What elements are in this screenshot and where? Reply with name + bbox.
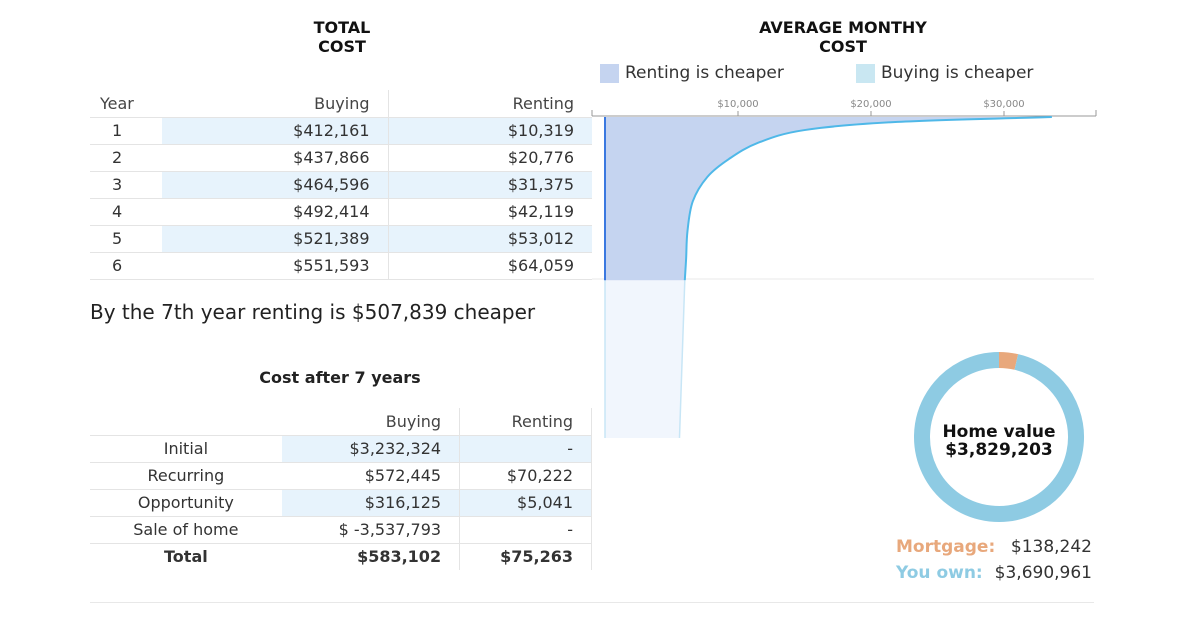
table-row: Opportunity $316,125 $5,041: [90, 488, 592, 516]
table-row: Initial $3,232,324 -: [90, 434, 592, 462]
cost-label-cell: Initial: [90, 434, 282, 462]
renting-cell: $70,222: [459, 461, 592, 489]
mortgage-legend: Mortgage: $138,242: [896, 537, 1092, 559]
year-cell: 6: [90, 251, 162, 280]
renting-cell: $5,041: [459, 488, 592, 516]
you-own-value: $3,690,961: [994, 563, 1092, 583]
renting-cell: $75,263: [459, 542, 592, 570]
cost-label-cell: Total: [90, 542, 282, 570]
year-cell: 5: [90, 224, 162, 252]
table-row: 4 $492,414 $42,119: [90, 197, 592, 225]
cost-label-cell: Sale of home: [90, 515, 282, 543]
table-row: 2 $437,866 $20,776: [90, 143, 592, 171]
renting-cell: $20,776: [388, 143, 592, 171]
buying-column-header: Buying: [162, 90, 389, 117]
renting-cell: $53,012: [388, 224, 592, 252]
cost-label-cell: Opportunity: [90, 488, 282, 516]
bottom-divider: [90, 602, 1094, 603]
summary-text: By the 7th year renting is $507,839 chea…: [90, 300, 536, 324]
table-row: 5 $521,389 $53,012: [90, 224, 592, 252]
year-table-header: Year Buying Renting: [90, 90, 592, 117]
year-cost-table: Year Buying Renting 1 $412,161 $10,319 2…: [90, 90, 592, 280]
buying-cell: $437,866: [162, 143, 389, 171]
year-column-header: Year: [100, 93, 134, 113]
table-row: 1 $412,161 $10,319: [90, 116, 592, 144]
cost-table-title: Cost after 7 years: [259, 368, 421, 387]
buying-cell: $ -3,537,793: [281, 515, 461, 543]
mortgage-slice: [998, 352, 1019, 370]
year-cell: 2: [90, 143, 162, 171]
renting-cell: $10,319: [388, 116, 592, 144]
buying-cell: $492,414: [162, 197, 389, 225]
home-value-amount: $3,829,203: [945, 440, 1053, 460]
cost-label-cell: Recurring: [90, 461, 282, 489]
renting-strip-area: [605, 280, 685, 438]
renting-cell: -: [459, 434, 592, 462]
cost-table-header: Buying Renting: [90, 408, 592, 435]
table-row: 6 $551,593 $64,059: [90, 251, 592, 280]
renting-cheaper-area: [605, 117, 1052, 281]
label-column-header: [90, 408, 282, 435]
renting-cell: -: [459, 515, 592, 543]
buying-cell: $464,596: [162, 170, 389, 198]
mortgage-label: Mortgage:: [896, 537, 996, 557]
renting-cell: $31,375: [388, 170, 592, 198]
mortgage-value: $138,242: [1010, 537, 1092, 557]
you-own-label: You own:: [896, 563, 983, 583]
table-row-total: Total $583,102 $75,263: [90, 542, 592, 570]
buying-cell: $412,161: [162, 116, 389, 144]
renting-cell: $64,059: [388, 251, 592, 280]
buying-cell: $551,593: [162, 251, 389, 280]
table-row: 3 $464,596 $31,375: [90, 170, 592, 198]
x-tick-label: $10,000: [717, 99, 758, 110]
renting-column-header: Renting: [512, 93, 574, 113]
buying-cell: $3,232,324: [281, 434, 461, 462]
buying-cell: $521,389: [162, 224, 389, 252]
buying-cell: $572,445: [281, 461, 461, 489]
table-row: Sale of home $ -3,537,793 -: [90, 515, 592, 543]
buying-cell: $583,102: [281, 542, 461, 570]
table-row: Recurring $572,445 $70,222: [90, 461, 592, 489]
x-tick-label: $30,000: [983, 99, 1024, 110]
cost-after-years-table: Buying Renting Initial $3,232,324 - Recu…: [90, 408, 592, 570]
home-value-label: Home value: [942, 422, 1056, 442]
you-own-legend: You own: $3,690,961: [896, 563, 1092, 585]
x-tick-label: $20,000: [850, 99, 891, 110]
renting-column-header: Renting: [459, 408, 592, 435]
buying-cell: $316,125: [281, 488, 461, 516]
year-cell: 4: [90, 197, 162, 225]
buying-column-header: Buying: [281, 408, 461, 435]
year-cell: 3: [90, 170, 162, 198]
renting-cell: $42,119: [388, 197, 592, 225]
year-cell: 1: [90, 116, 162, 144]
